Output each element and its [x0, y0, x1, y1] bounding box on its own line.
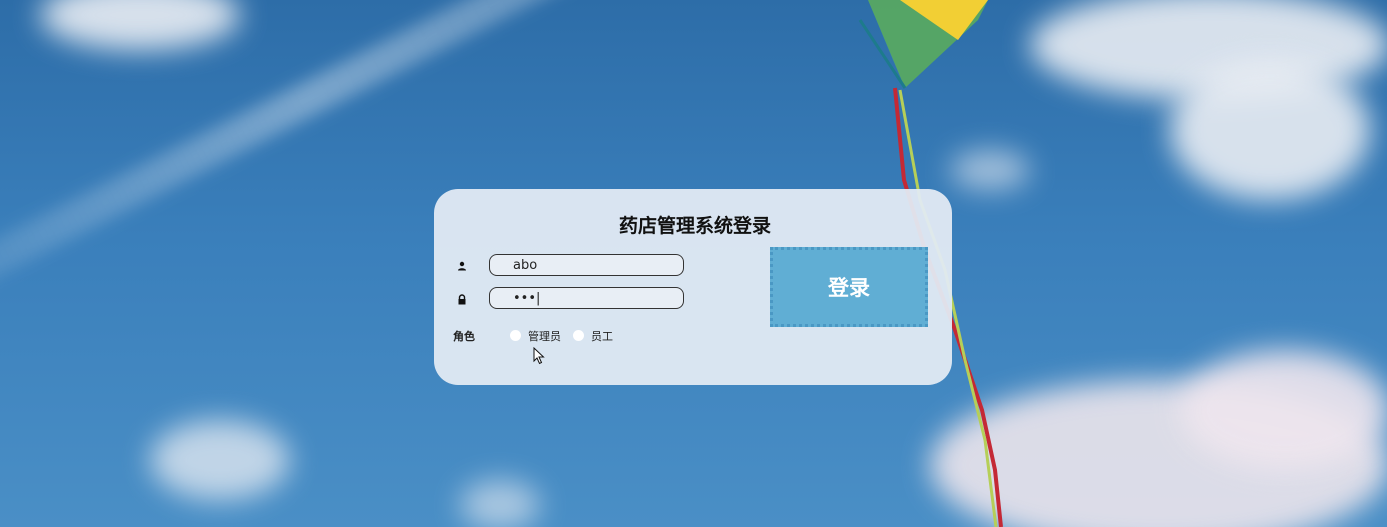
mouse-cursor-icon [533, 347, 545, 365]
role-radio-admin[interactable] [510, 330, 521, 341]
login-card: 药店管理系统登录 角色 管理员 员工 登录 [434, 189, 952, 385]
password-input[interactable] [489, 287, 684, 309]
role-radio-staff[interactable] [573, 330, 584, 341]
lock-icon [455, 292, 469, 306]
role-option-admin-label[interactable]: 管理员 [528, 328, 561, 344]
login-title: 药店管理系统登录 [618, 215, 771, 237]
user-icon [455, 259, 469, 273]
role-label: 角色 [453, 330, 475, 343]
login-button[interactable]: 登录 [770, 247, 928, 327]
role-option-staff-label[interactable]: 员工 [591, 328, 613, 344]
username-input[interactable] [489, 254, 684, 276]
